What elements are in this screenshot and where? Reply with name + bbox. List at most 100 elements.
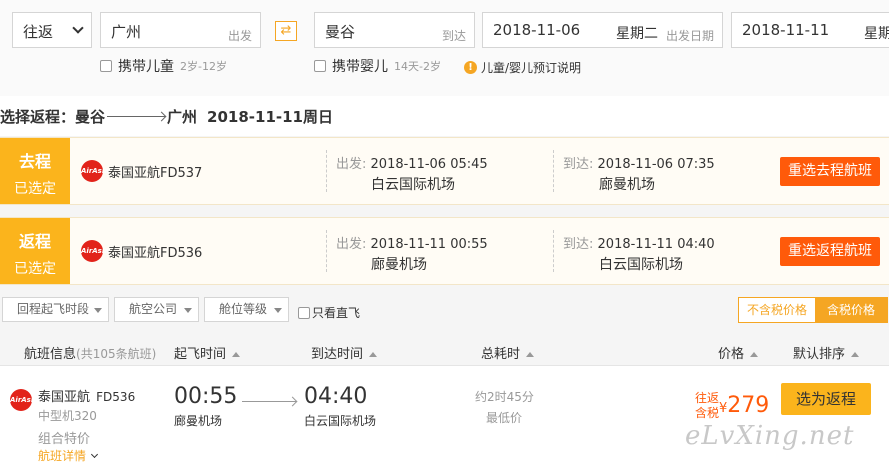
col-duration[interactable]: 总耗时 [481, 343, 535, 362]
depart-weekday: 星期二 [616, 26, 658, 42]
airasia-logo: AirAsia [10, 389, 38, 411]
child-checkbox[interactable] [100, 60, 112, 72]
sort-up-icon [526, 352, 535, 357]
arr-airport: 廊曼机场 [599, 177, 655, 193]
dep-time: 2018-11-06 05:45 [370, 157, 488, 172]
col-duration-label: 总耗时 [481, 347, 521, 362]
trip-type-value: 往返 [23, 23, 54, 41]
heading-prefix: 选择返程：曼谷 [0, 107, 106, 126]
watermark: eLvXing.net [685, 421, 855, 451]
heading-date: 2018-11-11周日 [207, 107, 333, 126]
selected-leg-return: 返程 已选定 AirAsia 泰国亚航FD536 出发: 2018-11-11 … [0, 217, 889, 285]
aircraft-type: 中型机320 [38, 409, 97, 423]
arr-time: 04:40 [304, 384, 368, 409]
lowest-price-tag: 最低价 [486, 411, 523, 425]
return-date-input[interactable]: 2018-11-11 星期 [731, 12, 889, 48]
dep-airport: 廊曼机场 [371, 257, 427, 273]
infant-checkbox[interactable] [314, 60, 326, 72]
divider [553, 150, 554, 192]
dep-time: 00:55 [174, 384, 238, 409]
leg-arr-info: 到达: 2018-11-11 04:40 [563, 233, 715, 252]
col-price-label: 价格 [718, 347, 745, 362]
sort-up-icon [369, 352, 378, 357]
flight-price: ¥279 [719, 393, 769, 418]
direct-only-option[interactable]: 只看直飞 [298, 304, 360, 321]
depart-date-input[interactable]: 2018-11-06 星期二 出发日期 [482, 12, 723, 48]
arr-airport: 白云国际机场 [599, 257, 683, 273]
leg-tag: 去程 已选定 [0, 138, 70, 204]
reselect-return-button[interactable]: 重选返程航班 [780, 237, 880, 266]
child-age-range: 2岁-12岁 [180, 60, 227, 73]
flight-count: (共105条航班) [76, 347, 157, 361]
infant-label: 携带婴儿 [332, 59, 388, 75]
infant-option[interactable]: 携带婴儿 14天-2岁 [314, 56, 441, 76]
price-incl-tax-option[interactable]: 含税价格 [815, 298, 887, 322]
arrow-right-icon [242, 401, 296, 402]
caret-down-icon [94, 308, 102, 313]
flight-airline: 泰国亚航 FD536 [38, 386, 135, 405]
results-header: 航班信息(共105条航班) 起飞时间 到达时间 总耗时 价格 默认排序 [0, 336, 889, 366]
select-return-button[interactable]: 选为返程 [781, 383, 871, 415]
arr-airport: 白云国际机场 [304, 414, 377, 428]
leg-tag-status: 已选定 [14, 261, 56, 277]
to-city-value: 曼谷 [325, 23, 356, 41]
from-city-value: 广州 [111, 23, 142, 41]
sort-up-icon [232, 352, 241, 357]
flight-number: FD536 [96, 390, 136, 404]
leg-tag-title: 返程 [18, 232, 51, 251]
arr-time: 2018-11-11 04:40 [597, 237, 715, 252]
airasia-logo: AirAsia [81, 240, 109, 262]
booking-note-text: 儿童/婴儿预订说明 [481, 61, 582, 75]
price-excl-tax-option[interactable]: 不含税价格 [739, 298, 815, 322]
return-time-filter-label: 回程起飞时段 [17, 302, 90, 316]
airline-filter-label: 航空公司 [129, 302, 178, 316]
col-flight-info-label: 航班信息 [24, 347, 77, 362]
col-sort[interactable]: 默认排序 [793, 343, 860, 362]
to-city-hint: 到达 [441, 29, 466, 43]
trip-type-select[interactable]: 往返 [12, 12, 92, 48]
swap-arrows-icon[interactable]: ⇄ [275, 21, 297, 41]
col-sort-label: 默认排序 [793, 347, 846, 362]
flight-detail-link[interactable]: 航班详情 [38, 447, 99, 464]
depart-date-value: 2018-11-06 [493, 21, 581, 39]
reselect-outbound-button[interactable]: 重选去程航班 [780, 157, 880, 186]
col-dep-time-label: 起飞时间 [174, 347, 227, 362]
divider [326, 150, 327, 192]
col-dep-time[interactable]: 起飞时间 [174, 343, 241, 362]
dep-airport: 白云国际机场 [371, 177, 455, 193]
col-arr-time[interactable]: 到达时间 [311, 343, 378, 362]
return-time-filter[interactable]: 回程起飞时段 [2, 297, 109, 322]
airline-filter[interactable]: 航空公司 [114, 297, 199, 322]
flight-detail-label: 航班详情 [38, 449, 87, 463]
depart-date-hint: 出发日期 [665, 29, 714, 43]
chevron-down-icon [90, 450, 99, 459]
divider [326, 230, 327, 272]
price-mode-toggle: 不含税价格 含税价格 [738, 297, 888, 323]
to-city-input[interactable]: 曼谷 到达 [314, 12, 475, 48]
from-city-input[interactable]: 广州 出发 [100, 12, 261, 48]
infant-age-range: 14天-2岁 [394, 60, 441, 73]
col-price[interactable]: 价格 [718, 343, 759, 362]
dep-label: 出发: [336, 237, 367, 252]
divider [553, 230, 554, 272]
price-tax-label: 含税 [695, 406, 720, 420]
sort-up-icon [750, 352, 759, 357]
caret-down-icon [274, 308, 282, 313]
flight-airline-name: 泰国亚航 [38, 390, 91, 405]
leg-airline: 泰国亚航FD537 [108, 166, 203, 181]
col-flight-info: 航班信息(共105条航班) [24, 343, 156, 362]
leg-dep-info: 出发: 2018-11-11 00:55 [336, 233, 488, 252]
heading-dest: 广州 [167, 107, 198, 126]
booking-note-link[interactable]: ! 儿童/婴儿预订说明 [464, 59, 581, 76]
arr-label: 到达: [563, 157, 594, 172]
leg-tag-title: 去程 [18, 152, 51, 171]
child-option[interactable]: 携带儿童 2岁-12岁 [100, 56, 227, 76]
airasia-logo: AirAsia [81, 160, 109, 182]
cabin-filter[interactable]: 舱位等级 [204, 297, 289, 322]
direct-only-checkbox[interactable] [298, 306, 310, 319]
selected-leg-outbound: 去程 已选定 AirAsia 泰国亚航FD537 出发: 2018-11-06 … [0, 137, 889, 205]
from-city-hint: 出发 [227, 29, 252, 43]
caret-down-icon [184, 308, 192, 313]
right-arrow-icon [107, 115, 166, 117]
return-weekday: 星期 [864, 26, 889, 42]
